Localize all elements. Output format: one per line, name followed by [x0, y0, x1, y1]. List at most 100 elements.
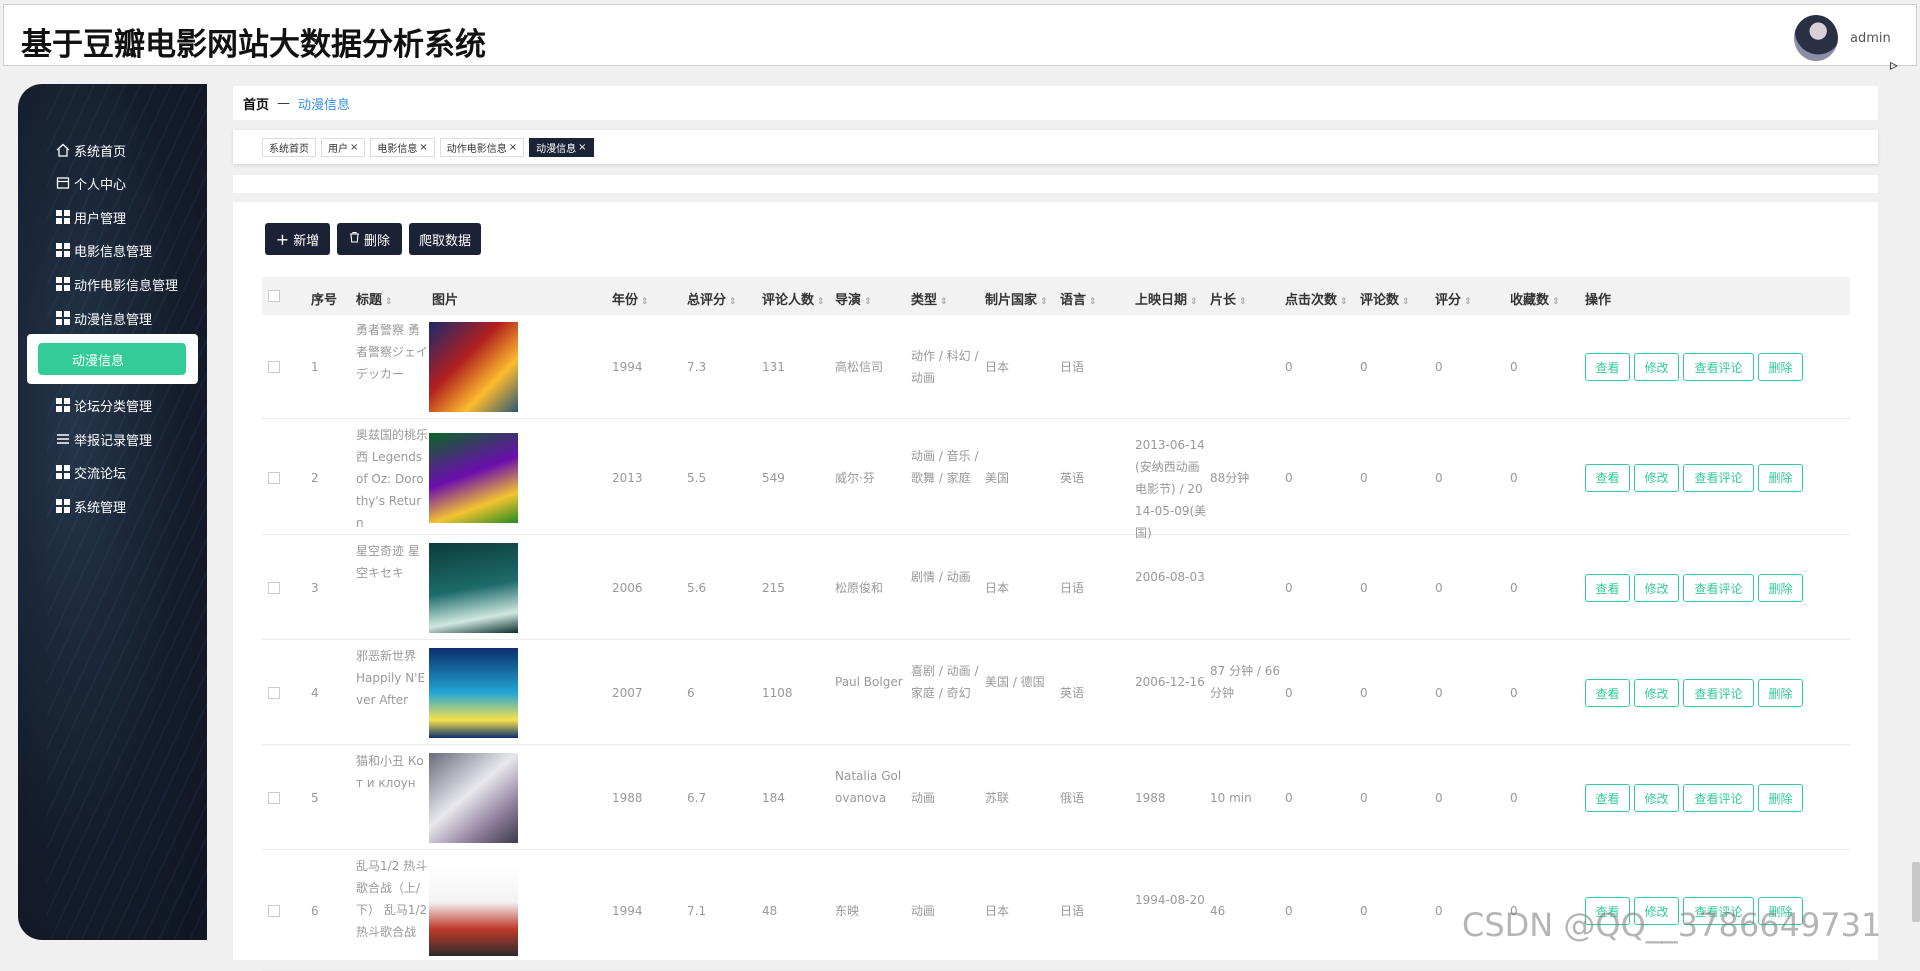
row-checkbox[interactable] [268, 905, 280, 917]
view-comments-button[interactable]: 查看评论 [1683, 784, 1754, 812]
edit-button[interactable]: 修改 [1634, 353, 1679, 381]
grid-icon [56, 277, 70, 291]
user-name[interactable]: admin [1850, 31, 1891, 46]
sidebar-item-action-movies[interactable]: 动作电影信息管理 [56, 273, 178, 295]
breadcrumb: 首页 — 动漫信息 [233, 86, 1878, 120]
cell-comments: 0 [1360, 470, 1368, 485]
cell-favorites: 0 [1510, 470, 1518, 485]
sidebar-item-users[interactable]: 用户管理 [56, 206, 126, 228]
column-header[interactable]: 总评分 ⇕ [687, 289, 737, 308]
view-button[interactable]: 查看 [1585, 463, 1630, 492]
column-header[interactable]: 导演 ⇕ [835, 289, 872, 308]
column-header[interactable]: 片长 ⇕ [1210, 289, 1247, 308]
delete-row-button[interactable]: 删除 [1758, 353, 1803, 381]
select-all-checkbox[interactable] [268, 290, 280, 302]
column-header[interactable]: 上映日期 ⇕ [1135, 289, 1198, 308]
grid-icon [56, 499, 70, 513]
close-icon[interactable]: × [578, 142, 586, 153]
close-icon[interactable]: × [509, 142, 517, 153]
top-header: 基于豆瓣电影网站大数据分析系统 admin ▹ [3, 4, 1917, 74]
delete-row-button[interactable]: 删除 [1758, 679, 1803, 707]
sort-icon: ⇕ [1552, 297, 1560, 307]
cell-rating: 0 [1435, 470, 1443, 485]
row-checkbox[interactable] [268, 361, 280, 373]
cell-director: Paul Bolger [835, 675, 903, 689]
poster-image [429, 432, 518, 523]
cell-director: Natalia Golovanova [835, 769, 902, 805]
sidebar-item-movies[interactable]: 电影信息管理 [56, 239, 152, 261]
view-comments-button[interactable]: 查看评论 [1683, 679, 1754, 707]
trash-icon [349, 231, 360, 247]
search-bar-area [233, 175, 1878, 193]
page-scrollbar[interactable] [1912, 862, 1920, 922]
delete-row-button[interactable]: 删除 [1758, 463, 1803, 492]
sidebar-item-home[interactable]: 系统首页 [56, 139, 126, 161]
row-checkbox[interactable] [268, 792, 280, 804]
sidebar-item-system[interactable]: 系统管理 [56, 495, 126, 517]
tab-action-movies[interactable]: 动作电影信息 × [439, 137, 525, 157]
edit-button[interactable]: 修改 [1634, 574, 1679, 602]
sidebar-item-anime-manage[interactable]: 动漫信息管理 [56, 307, 152, 329]
view-comments-button[interactable]: 查看评论 [1683, 463, 1754, 492]
cell-release: 2013-06-14(安纳西动画电影节) / 2014-05-09(美国) [1135, 437, 1207, 540]
sidebar-item-forum[interactable]: 交流论坛 [56, 461, 126, 483]
view-button[interactable]: 查看 [1585, 784, 1630, 812]
avatar[interactable] [1794, 15, 1838, 61]
view-button[interactable]: 查看 [1585, 353, 1630, 381]
column-header[interactable]: 评分 ⇕ [1435, 289, 1472, 308]
delete-row-button[interactable]: 删除 [1758, 574, 1803, 602]
cell-country: 美国 [985, 470, 1010, 485]
delete-button[interactable]: 删除 [337, 223, 402, 255]
app-title: 基于豆瓣电影网站大数据分析系统 [21, 27, 486, 63]
tab-home[interactable]: 系统首页 [262, 137, 316, 157]
edit-button[interactable]: 修改 [1634, 679, 1679, 707]
column-header[interactable]: 标题 ⇕ [356, 289, 393, 308]
tab-label: 动作电影信息 [446, 143, 507, 155]
poster-image [429, 866, 518, 956]
sidebar-item-anime-info[interactable]: 动漫信息 [38, 343, 186, 375]
row-checkbox[interactable] [268, 687, 280, 699]
tab-users[interactable]: 用户 × [321, 137, 366, 157]
close-icon[interactable]: × [350, 142, 358, 153]
sidebar-item-label: 用户管理 [74, 211, 127, 227]
edit-button[interactable]: 修改 [1634, 784, 1679, 812]
breadcrumb-home[interactable]: 首页 [243, 94, 269, 113]
row-title: 猫和小丑 Кот и клоун [356, 754, 424, 790]
crawl-data-button[interactable]: 爬取数据 [409, 223, 481, 255]
sidebar-item-profile[interactable]: 个人中心 [56, 172, 126, 194]
delete-row-button[interactable]: 删除 [1758, 784, 1803, 812]
view-button[interactable]: 查看 [1585, 679, 1630, 707]
column-header[interactable]: 评论人数 ⇕ [762, 289, 825, 308]
grid-icon [56, 311, 70, 325]
edit-button[interactable]: 修改 [1634, 463, 1679, 492]
sort-icon: ⇕ [940, 297, 948, 307]
cell-reviewers: 215 [762, 581, 785, 595]
column-header[interactable]: 收藏数 ⇕ [1510, 289, 1560, 308]
sort-icon: ⇕ [1040, 297, 1048, 307]
cell-release: 1994-08-20 [1135, 893, 1205, 907]
column-header[interactable]: 年份 ⇕ [612, 289, 649, 308]
view-comments-button[interactable]: 查看评论 [1683, 353, 1754, 381]
column-header[interactable]: 语言 ⇕ [1060, 289, 1097, 308]
sidebar-item-reports[interactable]: 举报记录管理 [56, 428, 152, 450]
column-header[interactable]: 类型 ⇕ [911, 289, 948, 308]
cell-year: 2006 [612, 581, 643, 595]
cell-year: 1994 [612, 904, 643, 918]
column-header[interactable]: 点击次数 ⇕ [1285, 289, 1348, 308]
cell-language: 日语 [1060, 904, 1085, 918]
column-header[interactable]: 评论数 ⇕ [1360, 289, 1410, 308]
row-checkbox[interactable] [268, 471, 280, 484]
sidebar-item-forum-category[interactable]: 论坛分类管理 [56, 394, 152, 416]
view-button[interactable]: 查看 [1585, 574, 1630, 602]
column-header: 图片 [432, 293, 459, 308]
table-row: 3 星空奇迹 星空キセキ 2006 5.6 215 松原俊和 剧情 / 动画 日本 日语 2006… [262, 536, 1850, 640]
row-checkbox[interactable] [268, 582, 280, 594]
view-comments-button[interactable]: 查看评论 [1683, 574, 1754, 602]
cell-clicks: 0 [1285, 686, 1293, 700]
column-header[interactable]: 制片国家 ⇕ [985, 289, 1048, 308]
close-icon[interactable]: × [419, 142, 427, 153]
add-button[interactable]: + 新增 [265, 223, 330, 255]
grid-icon [56, 465, 70, 479]
tab-anime-info[interactable]: 动漫信息 × [529, 137, 594, 157]
tab-movies[interactable]: 电影信息 × [370, 137, 435, 157]
